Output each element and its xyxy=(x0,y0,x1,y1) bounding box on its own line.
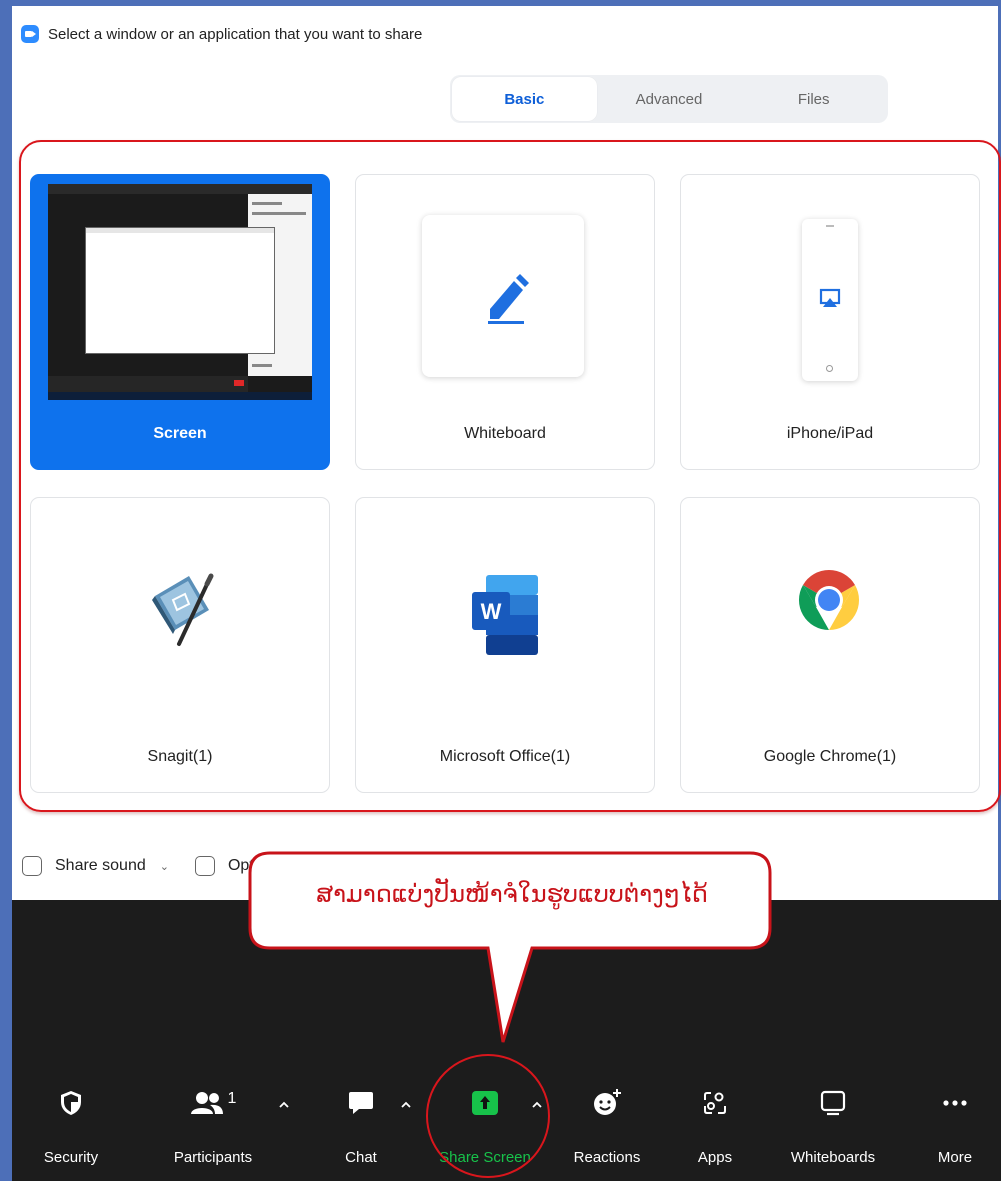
airplay-icon xyxy=(819,288,841,307)
share-tile-screen[interactable]: Screen xyxy=(30,174,330,470)
share-sound-checkbox[interactable] xyxy=(22,856,42,876)
tab-advanced[interactable]: Advanced xyxy=(597,77,742,121)
tile-label: Snagit(1) xyxy=(147,748,213,765)
toolbar-label: Share Screen xyxy=(439,1149,531,1166)
tab-basic[interactable]: Basic xyxy=(452,77,597,121)
more-icon xyxy=(943,1100,967,1106)
toolbar-label: Chat xyxy=(345,1149,377,1166)
toolbar-label: Security xyxy=(43,1149,99,1166)
apps-icon xyxy=(704,1092,726,1114)
phone-preview xyxy=(802,219,858,381)
toolbar-security[interactable]: Security xyxy=(16,1069,126,1169)
share-screen-icon xyxy=(472,1091,498,1115)
pen-icon xyxy=(488,274,529,324)
toolbar-label: Apps xyxy=(697,1149,733,1166)
share-tile-whiteboard[interactable]: Whiteboard xyxy=(355,174,655,470)
toolbar-share-screen[interactable]: Share Screen xyxy=(430,1069,540,1169)
reactions-icon xyxy=(594,1089,621,1115)
snagit-icon xyxy=(152,573,214,646)
share-tile-google-chrome[interactable]: Google Chrome(1) xyxy=(680,497,980,793)
desktop-screenshot-thumbnail xyxy=(48,184,312,400)
share-tabs: Basic Advanced Files xyxy=(450,75,888,123)
whiteboard-preview xyxy=(422,215,584,377)
toolbar-whiteboards[interactable]: Whiteboards xyxy=(778,1069,888,1169)
word-icon: W xyxy=(472,575,538,655)
toolbar-label: Whiteboards xyxy=(790,1149,876,1166)
chat-icon xyxy=(349,1092,373,1114)
chrome-icon xyxy=(798,570,860,630)
tile-label: Whiteboard xyxy=(464,425,546,442)
optimize-video-checkbox[interactable] xyxy=(194,856,215,876)
window-frame-left xyxy=(0,0,12,1181)
share-sound-label: Share sound xyxy=(55,857,146,874)
dialog-title: Select a window or an application that y… xyxy=(48,25,423,43)
share-tile-microsoft-office[interactable]: W Microsoft Office(1) xyxy=(355,497,655,793)
dialog-titlebar: Select a window or an application that y… xyxy=(12,20,422,48)
tile-label: Screen xyxy=(153,425,207,442)
toolbar-reactions[interactable]: Reactions xyxy=(552,1069,662,1169)
participants-icon xyxy=(190,1092,223,1114)
chevron-down-icon[interactable]: ⌄ xyxy=(160,860,169,873)
share-tile-iphone-ipad[interactable]: iPhone/iPad xyxy=(680,174,980,470)
shield-icon xyxy=(61,1091,81,1115)
toolbar-more[interactable]: More xyxy=(900,1069,1001,1169)
toolbar-apps[interactable]: Apps xyxy=(660,1069,770,1169)
toolbar-participants[interactable]: 1 Participants xyxy=(158,1069,268,1169)
chat-caret-icon[interactable] xyxy=(399,1098,413,1112)
tab-files[interactable]: Files xyxy=(741,77,886,121)
share-tile-snagit[interactable]: Snagit(1) xyxy=(30,497,330,793)
zoom-logo-icon xyxy=(21,25,39,43)
toolbar-label: Participants xyxy=(173,1149,253,1166)
svg-text:W: W xyxy=(481,599,502,624)
tile-label: Google Chrome(1) xyxy=(763,748,897,765)
tile-label: iPhone/iPad xyxy=(786,425,874,442)
tile-label: Microsoft Office(1) xyxy=(439,748,571,765)
participant-count: 1 xyxy=(227,1090,237,1107)
share-screen-caret-icon[interactable] xyxy=(530,1098,544,1112)
toolbar-chat[interactable]: Chat xyxy=(306,1069,416,1169)
optimize-video-label: Optimize for video clip xyxy=(227,857,386,874)
toolbar-label: More xyxy=(937,1149,973,1166)
whiteboards-icon xyxy=(820,1090,846,1116)
toolbar-label: Reactions xyxy=(573,1149,641,1166)
annotation-callout-text: ສາມາດແບ່ງປັນໜ້າຈໍໃນຮູບແບບຕ່າງໆໄດ້ xyxy=(316,880,708,908)
share-dialog: Select a window or an application that y… xyxy=(12,6,1001,900)
participants-caret-icon[interactable] xyxy=(277,1098,291,1112)
share-options: Share sound ⌄ Optimize for video clip xyxy=(12,852,399,880)
